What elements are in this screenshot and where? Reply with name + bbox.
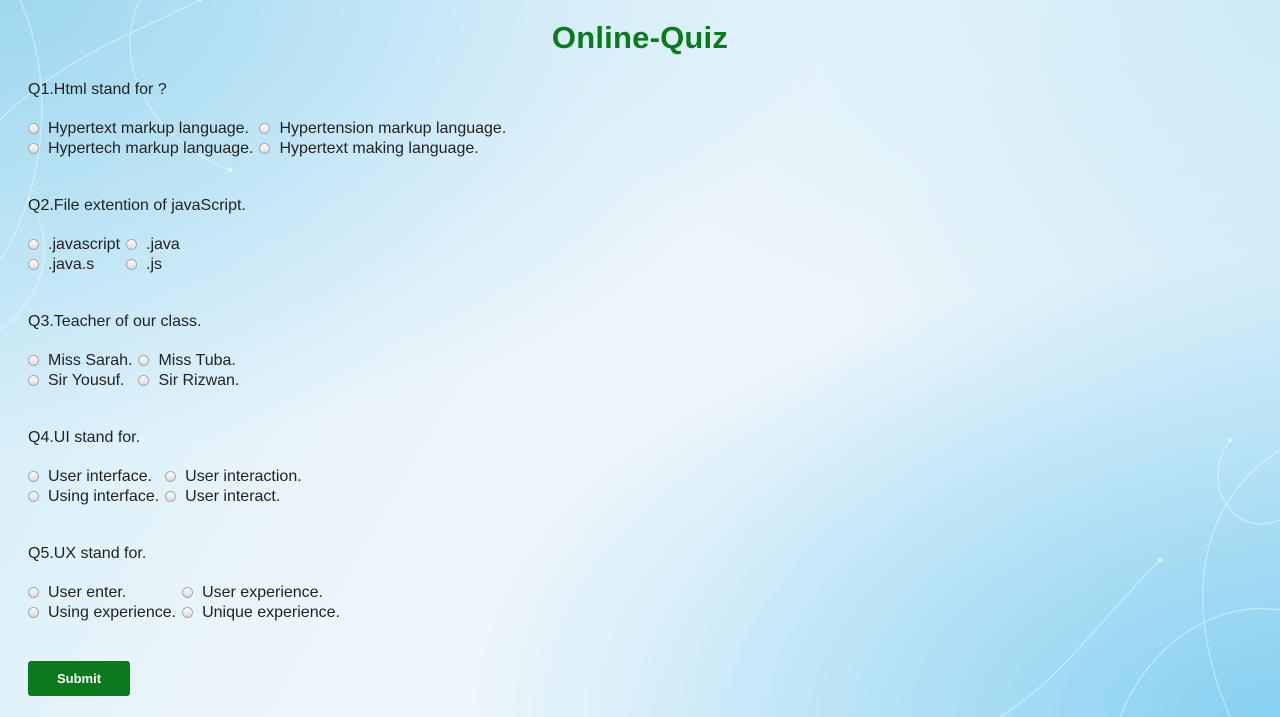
question-3-options: Miss Sarah. Miss Tuba. Sir Yousuf. Sir R… bbox=[28, 351, 506, 391]
option-label: User interaction. bbox=[185, 468, 302, 485]
q5-option-3[interactable]: Using experience. bbox=[28, 603, 176, 623]
option-label: Hypertext making language. bbox=[279, 140, 479, 157]
question-4-text: Q4.UI stand for. bbox=[28, 429, 141, 446]
question-5-options: User enter. User experience. Using exper… bbox=[28, 583, 506, 623]
question-2-options: .javascript .java .java.s .js bbox=[28, 235, 506, 275]
radio-button[interactable] bbox=[138, 374, 150, 386]
q4-option-2[interactable]: User interaction. bbox=[165, 467, 302, 487]
option-label: .javascript bbox=[48, 236, 121, 253]
radio-button[interactable] bbox=[126, 258, 138, 270]
q1-option-2[interactable]: Hypertension markup language. bbox=[259, 119, 506, 139]
radio-button[interactable] bbox=[259, 142, 271, 154]
radio-button[interactable] bbox=[28, 258, 39, 270]
q1-option-4[interactable]: Hypertext making language. bbox=[259, 139, 506, 159]
radio-button[interactable] bbox=[28, 470, 39, 482]
option-label: Unique experience. bbox=[202, 604, 340, 621]
question-4-options: User interface. User interaction. Using … bbox=[28, 467, 506, 507]
q2-option-2[interactable]: .java bbox=[126, 235, 180, 255]
q5-option-1[interactable]: User enter. bbox=[28, 583, 176, 603]
radio-button[interactable] bbox=[28, 238, 39, 250]
question-2: Q2.File extention of javaScript. .javasc… bbox=[28, 196, 506, 312]
option-label: User interface. bbox=[48, 468, 153, 485]
radio-button[interactable] bbox=[28, 374, 39, 386]
option-label: .js bbox=[146, 256, 163, 273]
option-label: Hypertension markup language. bbox=[279, 120, 507, 137]
q1-option-3[interactable]: Hypertech markup language. bbox=[28, 139, 253, 159]
option-label: User experience. bbox=[202, 584, 324, 601]
q4-option-3[interactable]: Using interface. bbox=[28, 487, 159, 507]
radio-button[interactable] bbox=[259, 122, 271, 134]
q4-option-1[interactable]: User interface. bbox=[28, 467, 159, 487]
radio-button[interactable] bbox=[126, 238, 138, 250]
q3-option-1[interactable]: Miss Sarah. bbox=[28, 351, 132, 371]
option-label: User interact. bbox=[185, 488, 281, 505]
q2-option-1[interactable]: .javascript bbox=[28, 235, 120, 255]
page-title: Online-Quiz bbox=[551, 20, 729, 55]
quiz-form: Q1.Html stand for ? Hypertext markup lan… bbox=[28, 80, 506, 660]
radio-button[interactable] bbox=[28, 606, 39, 618]
question-2-text: Q2.File extention of javaScript. bbox=[28, 197, 246, 214]
radio-button[interactable] bbox=[165, 490, 177, 502]
question-1-text: Q1.Html stand for ? bbox=[28, 81, 167, 98]
option-label: Hypertext markup language. bbox=[48, 120, 249, 137]
question-5: Q5.UX stand for. User enter. User experi… bbox=[28, 544, 506, 660]
radio-button[interactable] bbox=[28, 354, 39, 366]
radio-button[interactable] bbox=[182, 586, 194, 598]
radio-button[interactable] bbox=[28, 142, 39, 154]
q5-option-4[interactable]: Unique experience. bbox=[182, 603, 340, 623]
question-5-text: Q5.UX stand for. bbox=[28, 545, 147, 562]
question-4: Q4.UI stand for. User interface. User in… bbox=[28, 428, 506, 544]
option-label: .java bbox=[146, 236, 180, 253]
radio-button[interactable] bbox=[165, 470, 177, 482]
option-label: Using interface. bbox=[48, 488, 160, 505]
q1-option-1[interactable]: Hypertext markup language. bbox=[28, 119, 253, 139]
radio-button[interactable] bbox=[28, 490, 39, 502]
option-label: Using experience. bbox=[48, 604, 177, 621]
question-3: Q3.Teacher of our class. Miss Sarah. Mis… bbox=[28, 312, 506, 428]
radio-button[interactable] bbox=[138, 354, 150, 366]
option-label: Sir Yousuf. bbox=[48, 372, 125, 389]
radio-button[interactable] bbox=[28, 586, 39, 598]
q2-option-3[interactable]: .java.s bbox=[28, 255, 120, 275]
option-label: .java.s bbox=[48, 256, 95, 273]
option-label: Miss Sarah. bbox=[48, 352, 133, 369]
question-1: Q1.Html stand for ? Hypertext markup lan… bbox=[28, 80, 506, 196]
q3-option-2[interactable]: Miss Tuba. bbox=[138, 351, 239, 371]
option-label: Hypertech markup language. bbox=[48, 140, 254, 157]
radio-button[interactable] bbox=[182, 606, 194, 618]
question-1-options: Hypertext markup language. Hypertension … bbox=[28, 119, 506, 159]
option-label: Miss Tuba. bbox=[158, 352, 236, 369]
option-label: Sir Rizwan. bbox=[158, 372, 240, 389]
q2-option-4[interactable]: .js bbox=[126, 255, 180, 275]
q4-option-4[interactable]: User interact. bbox=[165, 487, 302, 507]
q5-option-2[interactable]: User experience. bbox=[182, 583, 340, 603]
q3-option-3[interactable]: Sir Yousuf. bbox=[28, 371, 132, 391]
question-3-text: Q3.Teacher of our class. bbox=[28, 313, 202, 330]
radio-button[interactable] bbox=[28, 122, 39, 134]
submit-button[interactable]: Submit bbox=[28, 661, 130, 696]
option-label: User enter. bbox=[48, 584, 127, 601]
q3-option-4[interactable]: Sir Rizwan. bbox=[138, 371, 239, 391]
